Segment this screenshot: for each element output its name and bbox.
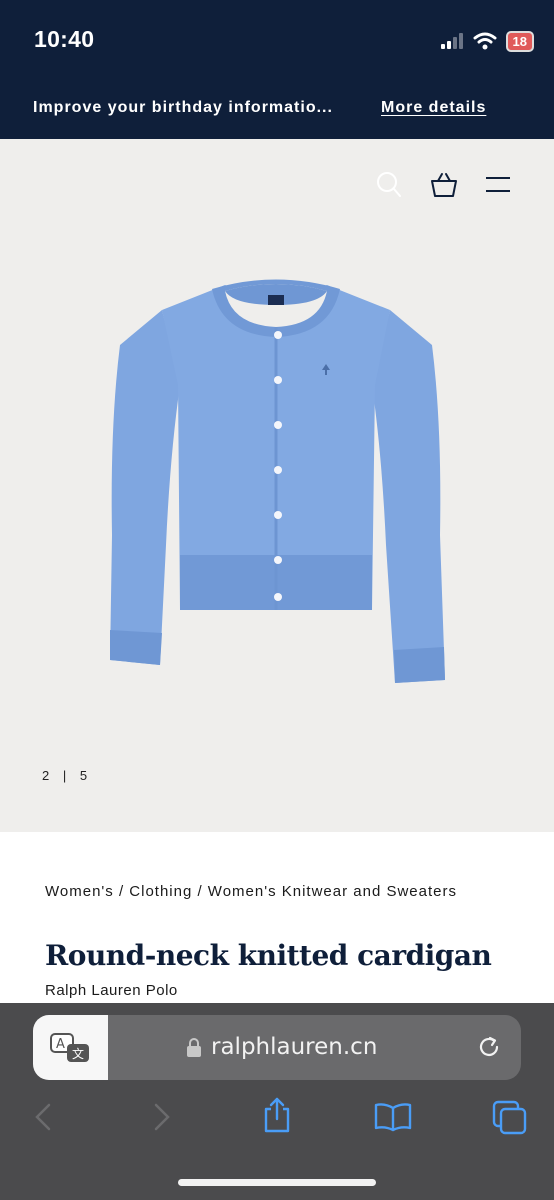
translate-button[interactable]: A 文 [33,1015,108,1080]
reload-icon[interactable] [476,1034,502,1060]
forward-icon[interactable] [153,1103,171,1131]
top-banner: 10:40 18 Improve your birthday informati… [0,0,554,139]
tabs-icon[interactable] [492,1100,528,1136]
breadcrumb[interactable]: Women's / Clothing / Women's Knitwear an… [45,883,485,901]
share-icon[interactable] [261,1096,293,1134]
promo-message: Improve your birthday informatio... [33,99,333,116]
signal-icon [440,33,463,49]
translate-icon: A 文 [50,1033,89,1062]
more-details-link[interactable]: More details [381,99,486,117]
wifi-icon [473,32,497,50]
back-icon[interactable] [34,1103,52,1131]
url-text[interactable]: ralphlauren.cn [211,1034,377,1060]
image-current: 2 [42,768,51,783]
svg-text:文: 文 [72,1046,84,1061]
image-total: 5 [79,768,89,783]
status-icons: 18 [440,30,534,52]
svg-text:A: A [56,1037,65,1052]
product-brand: Ralph Lauren Polo [45,982,178,999]
battery-indicator: 18 [505,30,534,52]
product-title: Round-neck knitted cardigan [45,939,492,972]
status-time: 10:40 [34,26,95,52]
menu-icon[interactable] [485,176,511,194]
product-image[interactable] [100,275,452,695]
image-counter: 2 | 5 [42,768,88,783]
shopping-bag-icon[interactable] [430,171,458,199]
lock-icon [187,1038,201,1057]
image-separator: | [62,768,68,783]
home-indicator [178,1179,376,1186]
search-icon[interactable] [376,171,402,199]
bookmarks-icon[interactable] [374,1102,412,1132]
